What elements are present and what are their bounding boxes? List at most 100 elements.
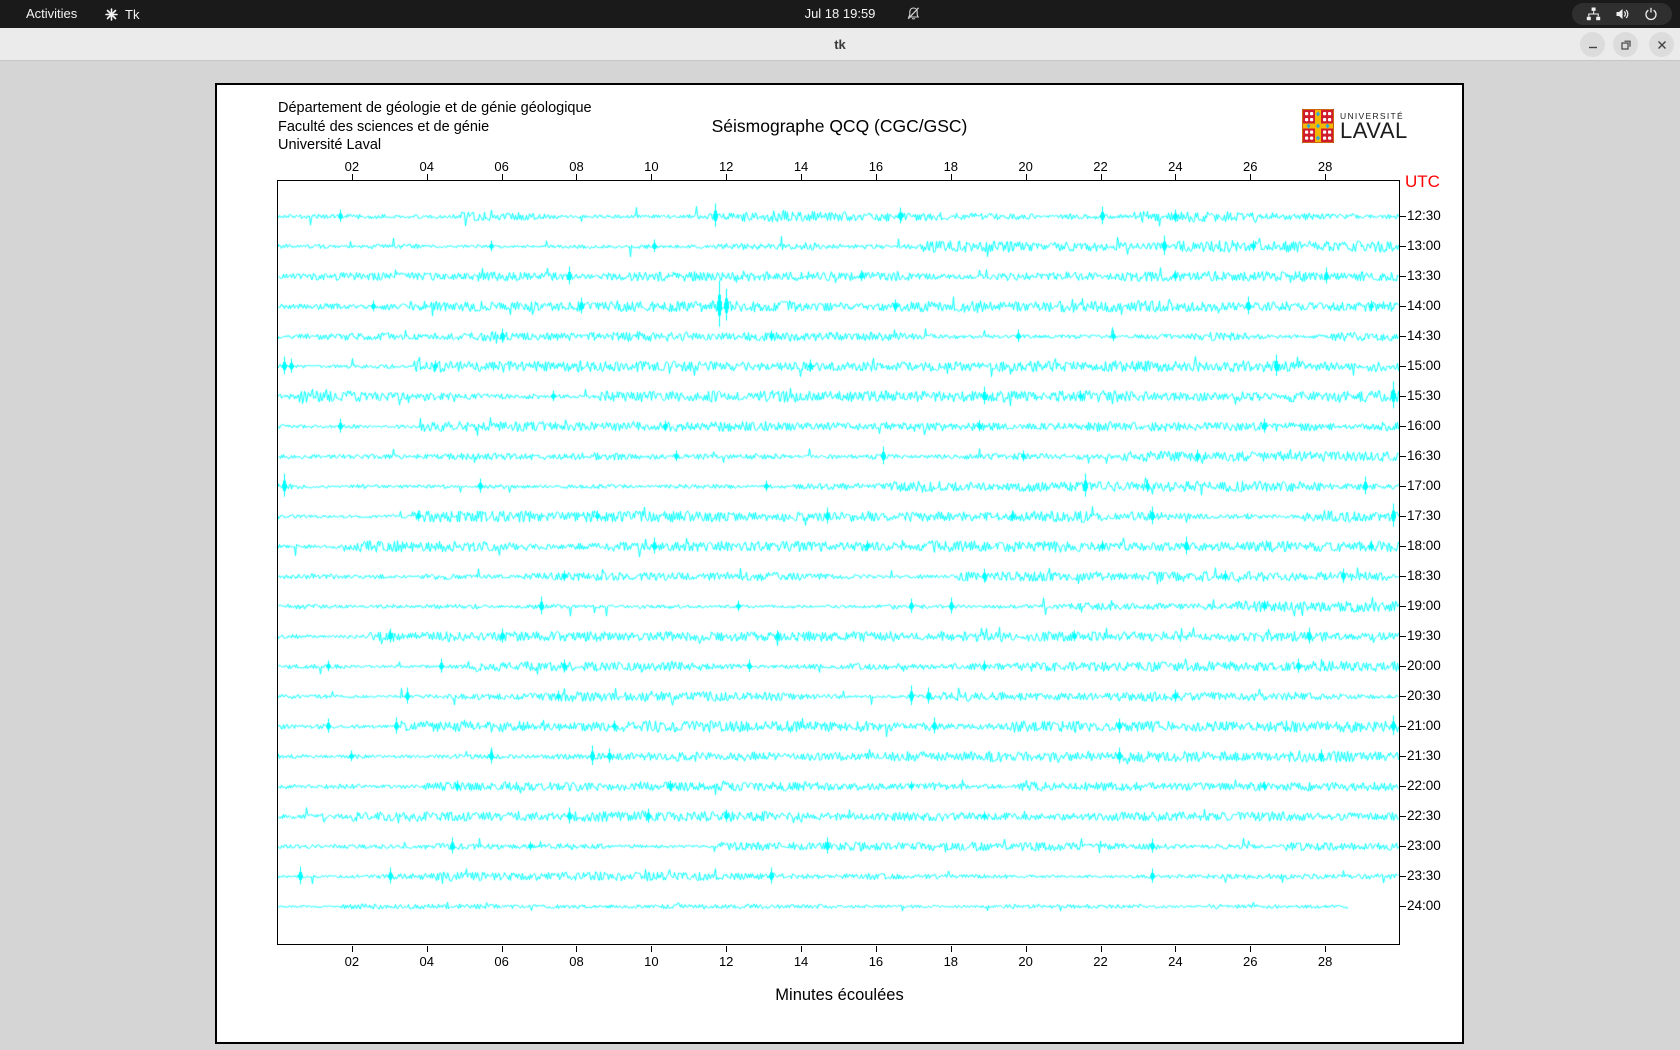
x-tick-label-bottom: 24 [1168,954,1183,969]
time-tick-mark [1400,246,1406,247]
time-label: 21:00 [1407,718,1441,733]
institution-line-3: Université Laval [278,137,382,153]
x-tick-mark-bottom [651,946,653,952]
x-tick-label-bottom: 16 [868,954,884,969]
x-tick-label-top: 26 [1243,159,1258,174]
time-tick-mark [1400,846,1406,847]
x-tick-mark-bottom [501,946,503,952]
time-label: 14:00 [1407,298,1441,313]
x-tick-label-bottom: 20 [1018,954,1033,969]
restore-icon [1620,40,1631,50]
maximize-button[interactable] [1613,32,1638,57]
time-tick-mark [1400,876,1406,877]
window-content: Département de géologie et de génie géol… [0,61,1680,1050]
window-titlebar[interactable]: tk [0,28,1680,61]
x-tick-label-top: 10 [644,159,659,174]
x-tick-label-top: 04 [419,159,434,174]
x-tick-label-bottom: 04 [419,954,434,969]
x-tick-label-bottom: 02 [344,954,360,969]
x-tick-mark-bottom [576,946,578,952]
x-tick-label-top: 24 [1168,159,1183,174]
time-label: 21:30 [1407,748,1441,763]
clock-menu[interactable]: Jul 18 19:59 [0,0,1680,28]
x-tick-mark-top [1325,174,1327,180]
x-tick-mark-top [1025,174,1027,180]
institution-line-1: Département de géologie et de génie géol… [278,100,592,116]
time-tick-mark [1400,336,1406,337]
seismograph-canvas: Département de géologie et de génie géol… [215,83,1464,1044]
x-tick-mark-top [1250,174,1252,180]
x-tick-label-top: 16 [868,159,884,174]
x-tick-mark-bottom [875,946,877,952]
x-tick-mark-bottom [726,946,728,952]
x-tick-mark-top [576,174,578,180]
notifications-off-icon [907,7,920,20]
network-icon [1586,7,1601,21]
x-tick-label-top: 28 [1317,159,1333,174]
time-label: 24:00 [1407,898,1441,913]
minimize-button[interactable] [1580,32,1605,57]
time-tick-mark [1400,216,1406,217]
x-tick-label-top: 06 [494,159,509,174]
time-tick-mark [1400,696,1406,697]
volume-icon [1616,9,1629,19]
utc-label: UTC [1405,172,1440,191]
time-label: 22:00 [1407,778,1441,793]
x-tick-mark-top [651,174,653,180]
time-label: 20:00 [1407,658,1441,673]
time-label: 17:30 [1407,508,1441,523]
time-tick-mark [1400,456,1406,457]
x-axis-title: Minutes écoulées [775,986,904,1004]
time-tick-mark [1400,756,1406,757]
time-label: 15:00 [1407,358,1441,373]
x-tick-mark-top [501,174,503,180]
x-tick-mark-top [801,174,803,180]
x-tick-label-bottom: 06 [494,954,509,969]
time-label: 15:30 [1407,388,1441,403]
time-label: 13:30 [1407,268,1441,283]
close-button[interactable] [1649,32,1674,57]
x-tick-label-bottom: 26 [1243,954,1258,969]
power-icon [1645,7,1657,21]
time-tick-mark [1400,576,1406,577]
clock-label: Jul 18 19:59 [804,6,876,21]
time-label: 12:30 [1407,208,1441,223]
helicorder-traces [278,181,1399,944]
time-tick-mark [1400,786,1406,787]
time-label: 22:30 [1407,808,1441,823]
x-tick-label-top: 02 [344,159,360,174]
time-tick-mark [1400,366,1406,367]
x-tick-mark-bottom [351,946,353,952]
x-tick-mark-bottom [1325,946,1327,952]
time-tick-mark [1400,426,1406,427]
time-label: 16:00 [1407,418,1441,433]
time-tick-mark [1400,546,1406,547]
window-title: tk [834,37,846,52]
x-tick-label-top: 08 [569,159,584,174]
x-tick-label-bottom: 08 [569,954,584,969]
time-label: 16:30 [1407,448,1441,463]
time-tick-mark [1400,276,1406,277]
time-tick-mark [1400,906,1406,907]
system-status-area[interactable] [1572,3,1672,25]
x-tick-mark-top [351,174,353,180]
laval-crest-icon [1302,109,1334,143]
time-tick-mark [1400,306,1406,307]
close-icon [1657,40,1666,49]
time-label: 19:30 [1407,628,1441,643]
time-tick-mark [1400,636,1406,637]
x-tick-mark-top [1175,174,1177,180]
gnome-top-bar: Activities Tk Jul 18 19:59 [0,0,1680,28]
time-tick-mark [1400,726,1406,727]
time-tick-mark [1400,666,1406,667]
x-tick-label-bottom: 14 [793,954,809,969]
x-tick-mark-top [1100,174,1102,180]
time-tick-mark [1400,516,1406,517]
universite-laval-logo: UNIVERSITÉ LAVAL [1302,109,1408,143]
x-tick-label-top: 18 [943,159,959,174]
x-tick-mark-bottom [1025,946,1027,952]
plot-title: Séismographe QCQ (CGC/GSC) [711,116,968,136]
x-tick-mark-top [426,174,428,180]
x-tick-mark-top [875,174,877,180]
time-tick-mark [1400,396,1406,397]
